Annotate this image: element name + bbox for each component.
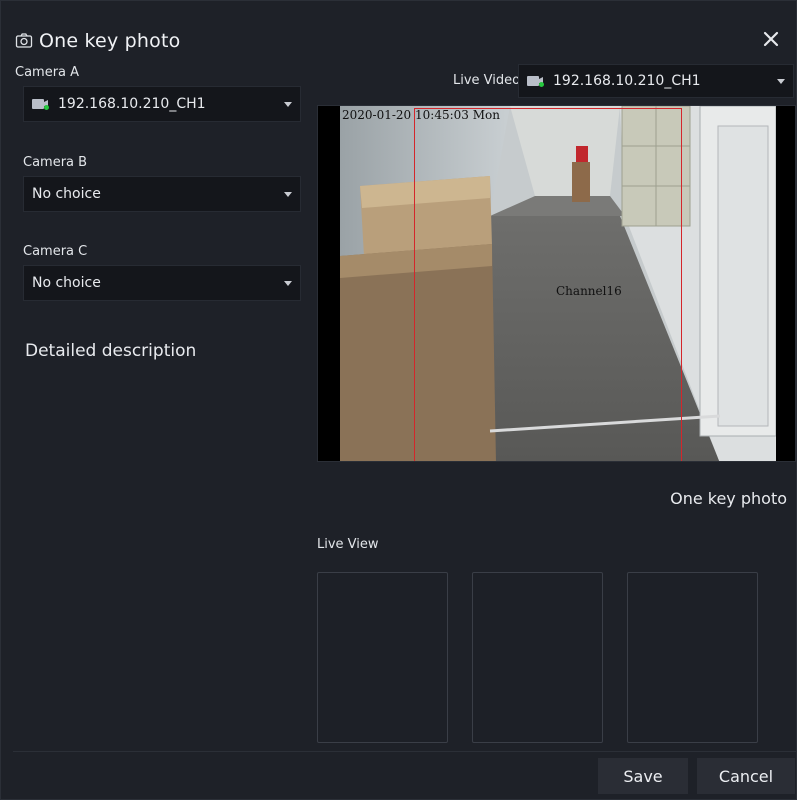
live-view-thumbnail-2[interactable] [472,572,603,743]
live-view-label: Live View [317,537,379,552]
camera-c-value: No choice [32,275,101,291]
chevron-down-icon [284,102,292,107]
dialog-header: One key photo [15,27,180,55]
dialog-title: One key photo [39,30,181,52]
camera-icon [527,76,544,87]
camera-a-value: 192.168.10.210_CH1 [58,96,206,112]
chevron-down-icon [284,281,292,286]
chevron-down-icon [777,79,785,84]
chevron-down-icon [284,192,292,197]
camera-a-select[interactable]: 192.168.10.210_CH1 [23,86,301,122]
camera-b-select[interactable]: No choice [23,176,301,212]
one-key-photo-button[interactable]: One key photo [670,489,787,508]
live-view-thumbnail-1[interactable] [317,572,448,743]
camera-icon [15,33,33,48]
camera-c-select[interactable]: No choice [23,265,301,301]
camera-c-label: Camera C [23,244,88,259]
close-icon[interactable] [760,28,782,50]
live-video-value: 192.168.10.210_CH1 [553,73,701,89]
camera-b-label: Camera B [23,155,88,170]
camera-b-value: No choice [32,186,101,202]
live-video-label: Live Video [453,73,521,88]
detailed-description-label: Detailed description [25,341,197,361]
cancel-button[interactable]: Cancel [697,758,795,794]
one-key-photo-dialog: One key photo Camera A 192.168.10.210_CH… [0,0,797,800]
camera-a-label: Camera A [15,65,80,80]
live-video-select[interactable]: 192.168.10.210_CH1 [518,64,794,98]
live-video-feed[interactable]: 2020-01-20 10:45:03 Mon Channel16 [317,105,796,462]
footer-divider [13,751,796,752]
save-button[interactable]: Save [598,758,688,794]
live-view-thumbnail-3[interactable] [627,572,758,743]
selection-rectangle[interactable] [414,108,682,461]
camera-icon [32,99,49,110]
